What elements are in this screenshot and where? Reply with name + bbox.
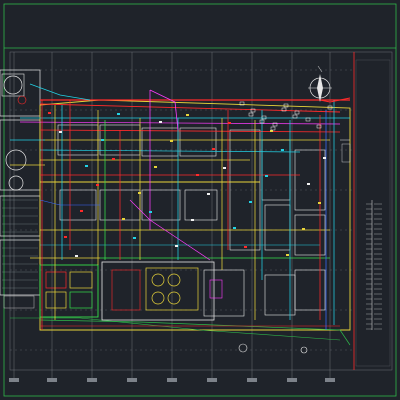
valve-marker	[133, 237, 136, 239]
building-a-room	[1, 73, 25, 97]
valve-marker	[154, 166, 157, 168]
structure-block	[141, 189, 181, 221]
valve-marker	[186, 114, 189, 116]
north-arrow-mark	[317, 65, 323, 73]
valve-marker	[223, 167, 226, 169]
clarifier	[167, 273, 181, 287]
title-block-frame	[355, 59, 391, 367]
valve-marker	[244, 246, 247, 248]
cad-drawing-canvas	[0, 3, 397, 397]
valve-marker	[80, 210, 83, 212]
valve-marker	[138, 192, 141, 194]
equipment-tag	[292, 114, 298, 119]
facility-unit	[45, 271, 67, 289]
central-plant	[101, 261, 215, 321]
valve-marker	[112, 158, 115, 160]
pump-symbol-icon	[17, 95, 27, 105]
valve-marker	[286, 254, 289, 256]
valve-marker	[302, 228, 305, 230]
valve-marker	[117, 113, 120, 115]
callout-box	[341, 143, 351, 163]
control-room	[209, 279, 223, 299]
tank-c	[8, 175, 24, 191]
valve-marker	[196, 174, 199, 176]
valve-marker	[281, 149, 284, 151]
equipment-tag	[294, 110, 300, 115]
pipe-diagonal	[29, 83, 91, 101]
tank-a	[3, 75, 23, 95]
valve-marker	[170, 140, 173, 142]
title-block	[340, 59, 391, 367]
structure-block	[261, 139, 291, 201]
valve-marker	[64, 236, 67, 238]
grid-bubble	[47, 378, 57, 382]
valve-marker	[159, 121, 162, 123]
valve-marker	[191, 219, 194, 221]
valve-marker	[265, 175, 268, 177]
valve-marker	[48, 112, 51, 114]
facility-unit	[69, 291, 93, 309]
valve-marker	[149, 211, 152, 213]
valve-marker	[249, 201, 252, 203]
manhole-symbol	[238, 343, 248, 353]
equipment-tag	[261, 115, 267, 120]
pipe-run	[39, 149, 301, 153]
pump-room	[111, 269, 141, 311]
valve-marker	[207, 193, 210, 195]
equipment-tag	[316, 124, 322, 129]
grid-bubble	[167, 378, 177, 382]
structure-block	[264, 204, 291, 251]
clarifier	[151, 273, 165, 287]
valve-marker	[233, 227, 236, 229]
outer-frame	[3, 3, 397, 397]
grid-bubble	[287, 378, 297, 382]
valve-marker	[75, 255, 78, 257]
valve-marker	[307, 183, 310, 185]
grid-bubble	[9, 378, 19, 382]
grid-bubble	[247, 378, 257, 382]
valve-marker	[323, 157, 326, 159]
grid-bubble	[325, 378, 335, 382]
valve-marker	[270, 130, 273, 132]
facility-unit	[45, 291, 67, 309]
equipment-tag	[305, 117, 311, 122]
grid-bubble	[207, 378, 217, 382]
equipment-tag	[248, 112, 254, 117]
structure-block	[294, 214, 326, 256]
valve-marker	[96, 184, 99, 186]
road-edge	[39, 319, 351, 346]
valve-marker	[318, 202, 321, 204]
facility-green	[39, 264, 99, 318]
building-d	[0, 239, 41, 296]
pipe-run	[39, 129, 341, 133]
axis-grid	[9, 52, 354, 382]
structure-block	[184, 189, 218, 221]
valve-marker	[175, 245, 178, 247]
equipment-tag	[270, 126, 276, 131]
clarifier	[151, 291, 165, 305]
structure-block	[294, 149, 326, 211]
pipe-diagonal	[149, 89, 179, 131]
road-edge-2	[10, 317, 341, 341]
structure-block	[179, 127, 217, 157]
sheet-frame	[3, 3, 397, 397]
building-a	[0, 69, 41, 117]
valve-marker	[59, 131, 62, 133]
tank-b	[5, 149, 27, 171]
valve-marker	[212, 148, 215, 150]
building-b	[0, 119, 41, 191]
building-d-annex	[3, 295, 35, 309]
structure-block	[264, 274, 296, 316]
facility-unit	[69, 271, 93, 289]
valve-marker	[228, 122, 231, 124]
grid-bubble	[127, 378, 137, 382]
valve-marker	[122, 218, 125, 220]
clarifier	[167, 291, 181, 305]
valve-marker	[101, 139, 104, 141]
valve-marker	[85, 165, 88, 167]
grid-bubble	[87, 378, 97, 382]
structure-block	[294, 269, 326, 311]
